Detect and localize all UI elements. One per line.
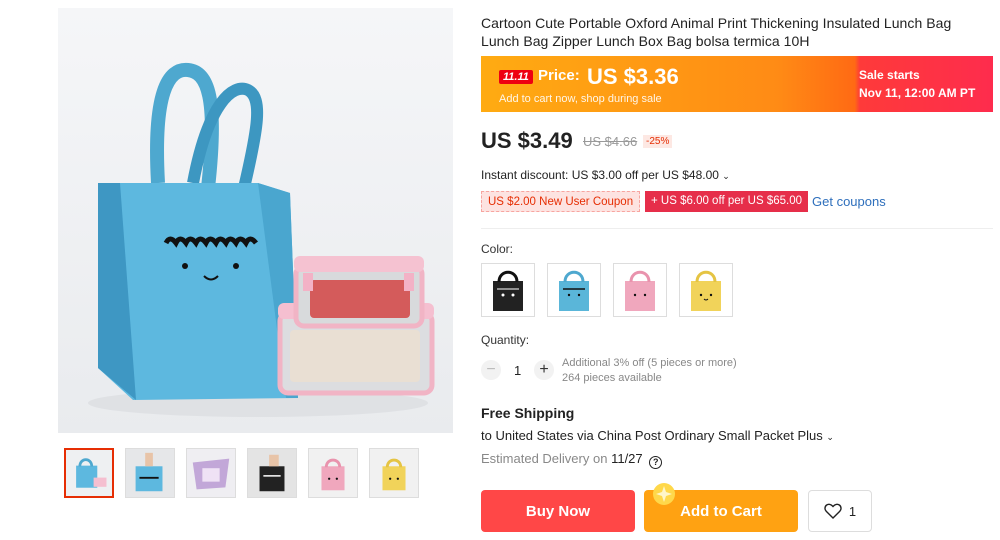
estimated-delivery: Estimated Delivery on 11/27 ? [481,451,663,469]
shipping-method-text: to United States via China Post Ordinary… [481,428,823,443]
chevron-down-icon: ⌄ [722,171,730,181]
sale-starts-label: Sale starts [859,68,920,82]
promo-price-value: US $3.36 [587,64,679,89]
store-coupon[interactable]: + US $6.00 off per US $65.00 [645,191,808,212]
quantity-label: Quantity: [481,333,530,347]
wishlist-count: 1 [848,503,857,519]
divider [481,228,993,229]
thumbnail-5[interactable] [308,448,358,498]
quantity-value[interactable]: 1 [514,363,521,378]
thumbnail-1[interactable] [64,448,114,498]
quantity-decrease-button[interactable]: − [481,360,501,380]
color-swatches [481,263,733,317]
main-product-image[interactable] [58,8,453,433]
thumbnail-2[interactable] [125,448,175,498]
color-option-pink[interactable] [613,263,667,317]
thumbnail-6[interactable] [369,448,419,498]
instant-discount-dropdown[interactable]: Instant discount: US $3.00 off per US $4… [481,168,730,182]
color-label: Color: [481,242,514,256]
estimated-delivery-date: 11/27 [611,451,643,466]
stock-available-note: 264 pieces available [562,372,662,384]
get-coupons-link[interactable]: Get coupons [812,194,886,209]
shipping-method-dropdown[interactable]: to United States via China Post Ordinary… [481,428,834,443]
free-shipping-title: Free Shipping [481,405,575,421]
estimated-delivery-label: Estimated Delivery on [481,451,608,466]
new-user-coupon[interactable]: US $2.00 New User Coupon [481,191,641,212]
buy-now-button[interactable]: Buy Now [481,490,635,532]
sale-start-date: Nov 11, 12:00 AM PT [859,86,976,100]
product-photo [58,8,453,433]
thumbnail-3[interactable] [186,448,236,498]
discount-badge: -25% [643,135,673,148]
heart-icon [824,503,842,519]
product-title: Cartoon Cute Portable Oxford Animal Prin… [481,15,952,49]
instant-discount-text: Instant discount: US $3.00 off per US $4… [481,168,719,182]
quantity-increase-button[interactable]: + [534,360,554,380]
sale-promo-banner: 11.11 Price: US $3.36 Add to cart now, s… [481,56,993,112]
wishlist-button[interactable]: 1 [808,490,872,532]
current-price: US $3.49 [481,128,573,153]
bulk-discount-note: Additional 3% off (5 pieces or more) [562,357,737,369]
sparkle-icon [653,483,675,505]
color-option-yellow[interactable] [679,263,733,317]
chevron-down-icon: ⌄ [826,432,834,442]
promo-price-label: Price: [538,67,580,84]
promo-subtitle: Add to cart now, shop during sale [499,93,662,105]
sale-event-badge: 11.11 [499,70,533,84]
thumbnail-4[interactable] [247,448,297,498]
help-icon[interactable]: ? [649,456,663,469]
thumbnail-strip [64,448,419,498]
color-option-blue[interactable] [547,263,601,317]
color-option-black[interactable] [481,263,535,317]
original-price: US $4.66 [583,134,638,149]
